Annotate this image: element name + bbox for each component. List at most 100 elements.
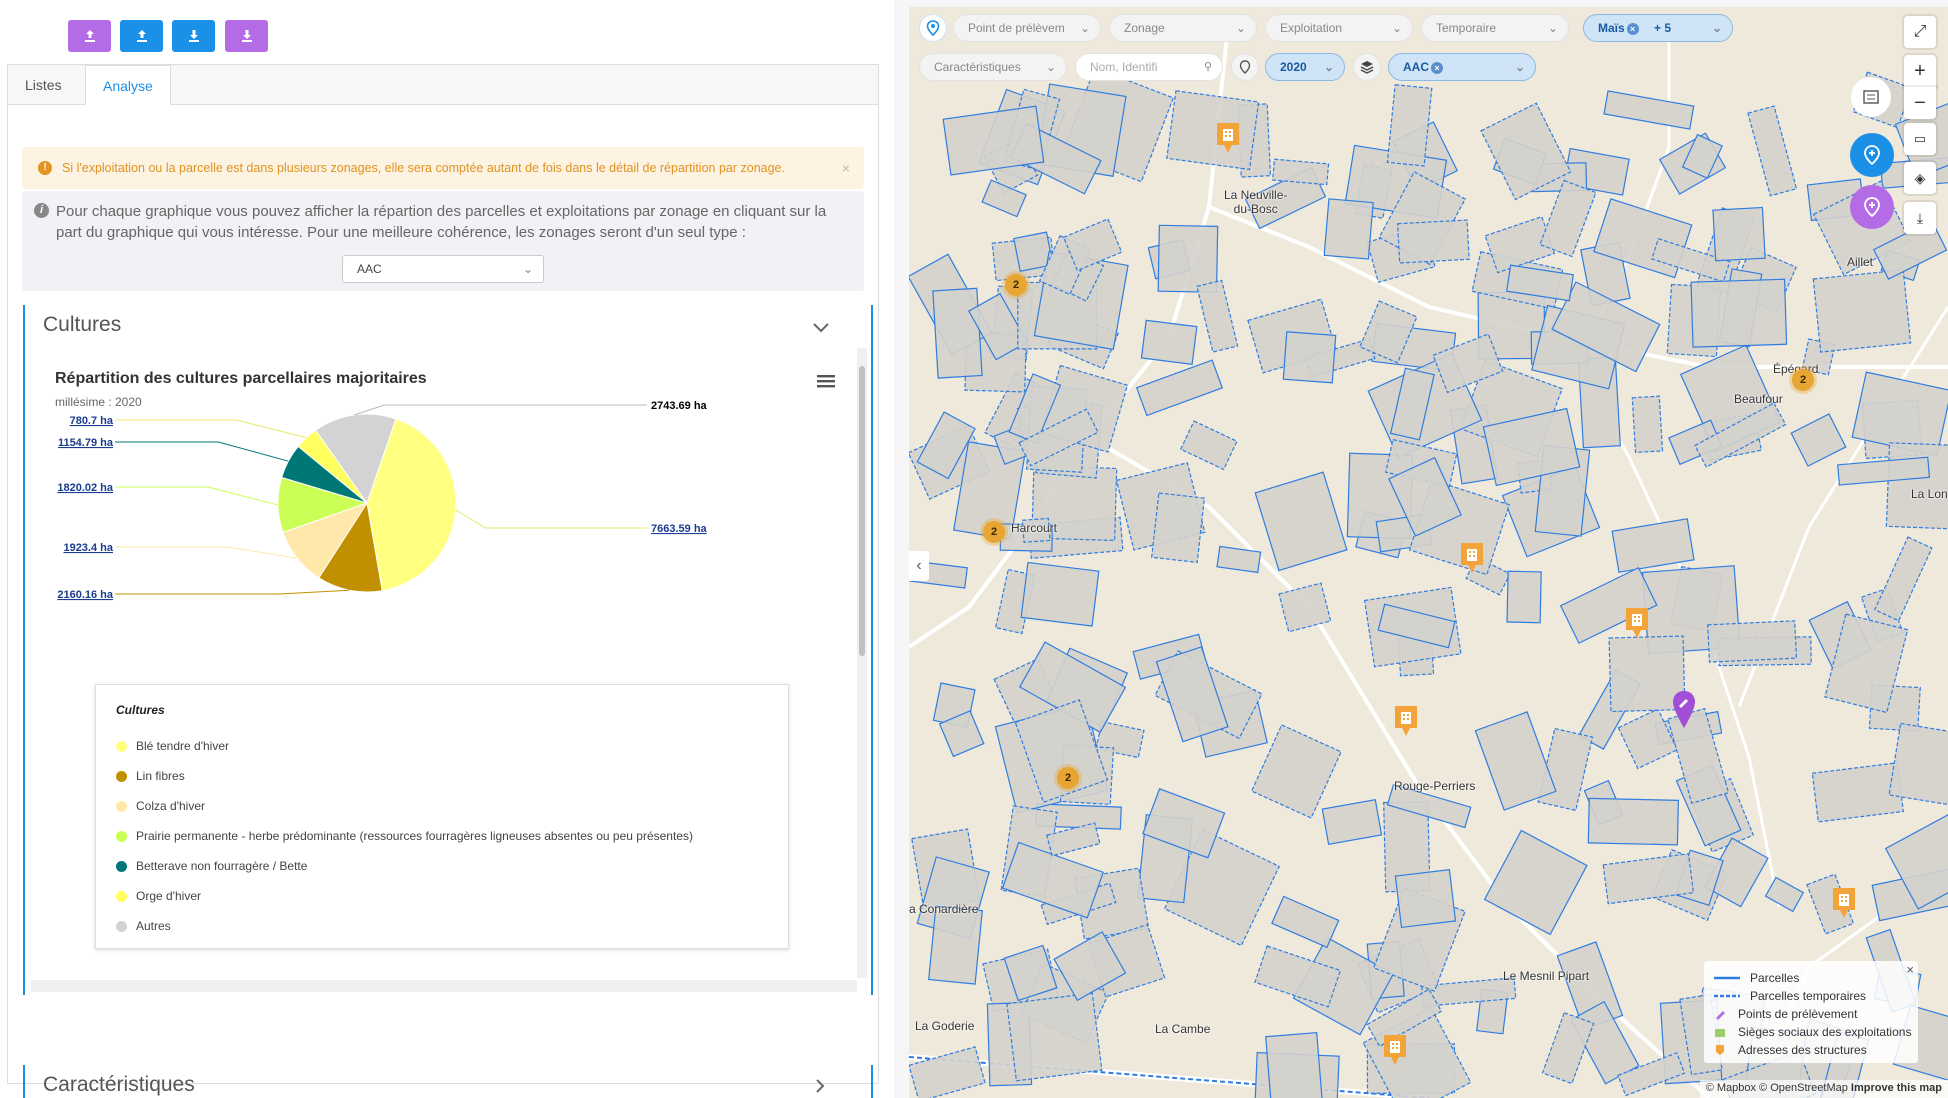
parcel-polygon[interactable]: [1386, 84, 1433, 167]
parcel-polygon[interactable]: [1151, 492, 1206, 564]
parcel-polygon[interactable]: [1587, 797, 1679, 846]
parcel-polygon[interactable]: [909, 1046, 986, 1098]
parcel-polygon[interactable]: [1166, 90, 1260, 171]
improve-map-link[interactable]: Improve this map: [1851, 1082, 1942, 1094]
location-pin-icon[interactable]: [1231, 53, 1259, 81]
cultures-heading[interactable]: Cultures: [43, 313, 121, 337]
map-canvas[interactable]: [909, 7, 1948, 1098]
parcel-polygon[interactable]: [1474, 711, 1557, 811]
parcel-polygon[interactable]: [1712, 206, 1766, 262]
legend-item[interactable]: Blé tendre d'hiver: [116, 731, 788, 761]
sample-point-marker-icon[interactable]: [1671, 690, 1697, 728]
layers-icon[interactable]: [1353, 53, 1381, 81]
parcel-polygon[interactable]: [981, 179, 1027, 218]
parcel-polygon[interactable]: [1764, 876, 1805, 913]
legend-item[interactable]: Orge d'hiver: [116, 881, 788, 911]
ruler-icon[interactable]: ▭: [1904, 123, 1936, 155]
parcel-polygon[interactable]: [1873, 536, 1933, 622]
structure-marker-icon[interactable]: [1624, 606, 1650, 640]
parcel-polygon[interactable]: [1790, 413, 1847, 467]
temporaire-filter[interactable]: Temporaire ⌄: [1421, 14, 1569, 42]
structure-marker-icon[interactable]: [1215, 121, 1241, 155]
legend-item[interactable]: Colza d'hiver: [116, 791, 788, 821]
cluster-marker[interactable]: 2: [1057, 767, 1079, 789]
parcel-polygon[interactable]: [942, 105, 1045, 176]
horizontal-scrollbar[interactable]: [31, 980, 857, 992]
parcel-polygon[interactable]: [1254, 471, 1348, 572]
map-view[interactable]: Point de prélèvem ⌄ Zonage ⌄ Exploitation ⌄…: [909, 7, 1948, 1098]
layer-select[interactable]: AAC × ⌄: [1388, 53, 1536, 81]
download-purple-button[interactable]: [225, 20, 268, 52]
parcel-polygon[interactable]: [1155, 646, 1229, 743]
add-point-purple-icon[interactable]: [1850, 185, 1894, 229]
parcel-polygon[interactable]: [1539, 179, 1597, 258]
download-icon[interactable]: ⤓: [1904, 202, 1936, 234]
parcel-polygon[interactable]: [1323, 198, 1374, 260]
point-prelevement-filter[interactable]: Point de prélèvem ⌄: [953, 14, 1101, 42]
parcel-polygon[interactable]: [1690, 278, 1788, 348]
structure-marker-icon[interactable]: [1382, 1033, 1408, 1067]
remove-chip-icon[interactable]: ×: [1431, 61, 1443, 74]
parcel-polygon[interactable]: [1020, 561, 1100, 627]
caracteristiques-heading[interactable]: Caractéristiques: [43, 1073, 195, 1097]
map-pin-icon[interactable]: [919, 14, 947, 42]
tab-analyse[interactable]: Analyse: [85, 65, 171, 105]
parcel-polygon[interactable]: [1747, 105, 1798, 197]
parcel-polygon[interactable]: [1888, 722, 1948, 807]
chevron-down-icon[interactable]: [811, 317, 831, 337]
remove-chip-icon[interactable]: ×: [1626, 22, 1639, 35]
caracteristiques-filter[interactable]: Caractéristiques ⌄: [919, 53, 1067, 81]
parcel-polygon[interactable]: [1006, 992, 1103, 1082]
parcel-polygon[interactable]: [1272, 158, 1330, 186]
chevron-right-icon[interactable]: [811, 1077, 829, 1095]
legend-toggle-icon[interactable]: [1851, 77, 1891, 117]
zonage-type-select[interactable]: AAC ⌄: [342, 255, 544, 283]
search-icon[interactable]: ⚲: [1204, 54, 1212, 80]
data-label[interactable]: 780.7 ha: [70, 415, 114, 427]
scroll-thumb[interactable]: [859, 366, 865, 656]
structure-marker-icon[interactable]: [1459, 541, 1485, 575]
parcel-polygon[interactable]: [932, 287, 983, 379]
legend-item[interactable]: Prairie permanente - herbe prédominante …: [116, 821, 788, 851]
parcel-polygon[interactable]: [1179, 420, 1238, 471]
parcel-polygon[interactable]: [1282, 331, 1337, 384]
add-point-blue-icon[interactable]: [1850, 133, 1894, 177]
data-label[interactable]: 1820.02 ha: [57, 482, 114, 494]
parcel-polygon[interactable]: [1278, 582, 1332, 633]
parcel-polygon[interactable]: [1812, 269, 1912, 353]
parcel-polygon[interactable]: [1140, 319, 1198, 366]
parcel-polygon[interactable]: [1885, 442, 1948, 530]
close-icon[interactable]: ×: [1906, 962, 1914, 977]
download-blue-button[interactable]: [172, 20, 215, 52]
data-label[interactable]: 7663.59 ha: [651, 523, 708, 535]
data-label[interactable]: 1923.4 ha: [63, 542, 113, 554]
parcel-polygon[interactable]: [1157, 224, 1219, 293]
data-label[interactable]: 2160.16 ha: [57, 589, 114, 601]
cluster-marker[interactable]: 2: [983, 521, 1005, 543]
structure-marker-icon[interactable]: [1831, 886, 1857, 920]
vertical-scrollbar[interactable]: [857, 348, 867, 978]
parcel-polygon[interactable]: [1707, 620, 1798, 663]
tab-listes[interactable]: Listes: [8, 65, 79, 105]
parcel-polygon[interactable]: [1265, 1031, 1323, 1098]
parcel-polygon[interactable]: [1321, 799, 1383, 846]
parcel-polygon[interactable]: [1617, 708, 1679, 770]
parcel-polygon[interactable]: [928, 905, 983, 985]
culture-filter[interactable]: Maïs × + 5 ⌄: [1583, 14, 1733, 42]
parcel-polygon[interactable]: [1135, 359, 1224, 417]
year-select[interactable]: 2020 ⌄: [1265, 53, 1345, 81]
data-label[interactable]: 2743.69 ha: [651, 400, 708, 412]
fullscreen-icon[interactable]: ⤢: [1904, 16, 1936, 48]
close-icon[interactable]: ×: [842, 147, 850, 189]
collapse-panel-button[interactable]: ‹: [909, 551, 929, 581]
parcel-polygon[interactable]: [1196, 279, 1239, 353]
data-label[interactable]: 1154.79 ha: [58, 437, 114, 449]
zoom-out-button[interactable]: −: [1904, 87, 1936, 119]
parcel-polygon[interactable]: [1506, 570, 1542, 624]
exploitation-filter[interactable]: Exploitation ⌄: [1265, 14, 1413, 42]
layers-icon[interactable]: ◈: [1904, 162, 1936, 194]
legend-item[interactable]: Betterave non fourragère / Bette: [116, 851, 788, 881]
zoom-in-button[interactable]: +: [1904, 55, 1936, 87]
parcel-polygon[interactable]: [1271, 895, 1340, 949]
parcel-polygon[interactable]: [1483, 829, 1588, 936]
